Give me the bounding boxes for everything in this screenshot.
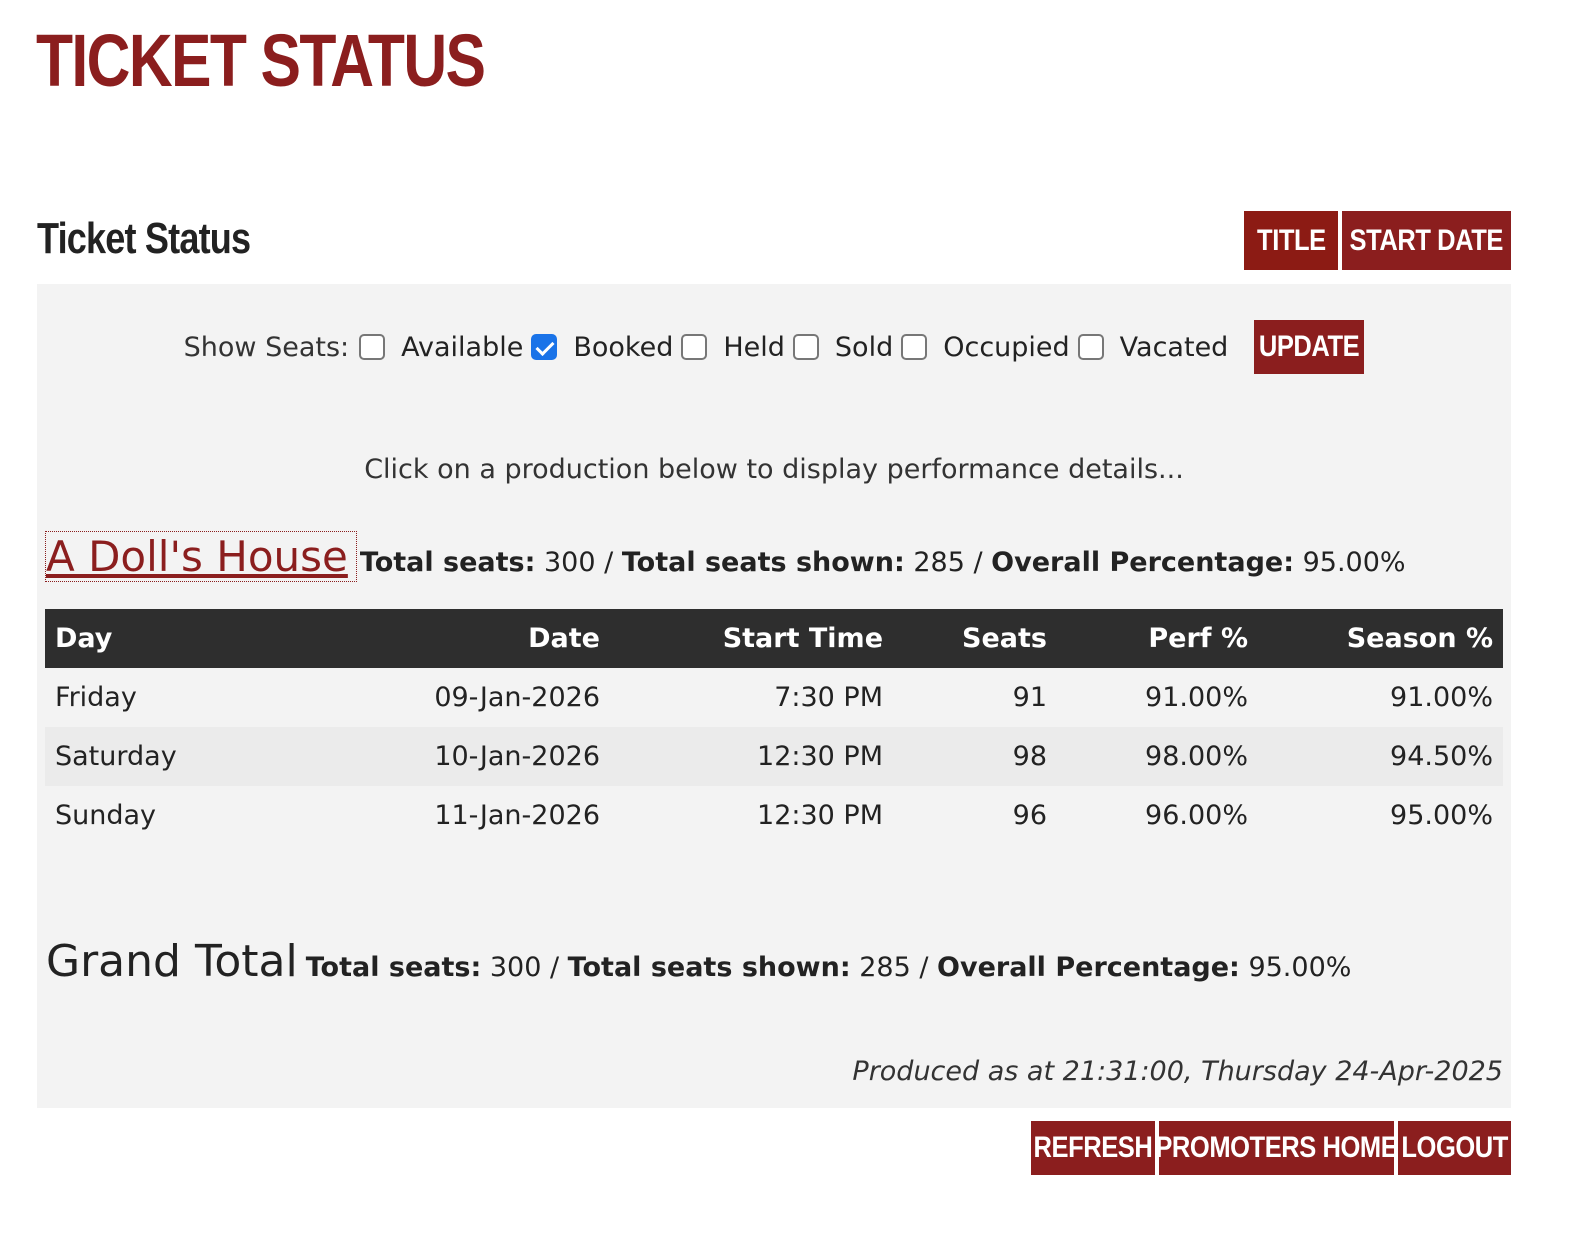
- section-title: Ticket Status: [37, 214, 251, 263]
- promoters-home-button[interactable]: PROMOTERS HOME: [1156, 1121, 1398, 1175]
- page-title: TICKET STATUS: [36, 19, 486, 102]
- cell-perf-pct: 91.00%: [1057, 668, 1258, 727]
- refresh-button[interactable]: REFRESH: [1031, 1121, 1155, 1175]
- produced-timestamp: Produced as at 21:31:00, Thursday 24-Apr…: [852, 1056, 1503, 1087]
- cell-perf-pct: 96.00%: [1057, 786, 1258, 845]
- available-label: Available: [401, 331, 524, 363]
- booked-label: Booked: [573, 331, 674, 363]
- col-start-time: Start Time: [610, 609, 893, 668]
- cell-date: 09-Jan-2026: [235, 668, 610, 727]
- status-panel: Show Seats: Available Booked Held Sold O…: [37, 284, 1511, 1108]
- table-row: Saturday 10-Jan-2026 12:30 PM 98 98.00% …: [45, 727, 1503, 786]
- table-header-row: Day Date Start Time Seats Perf % Season …: [45, 609, 1503, 668]
- cell-start-time: 7:30 PM: [610, 668, 893, 727]
- cell-start-time: 12:30 PM: [610, 786, 893, 845]
- cell-date: 11-Jan-2026: [235, 786, 610, 845]
- logout-button[interactable]: LOGOUT: [1398, 1121, 1511, 1175]
- cell-seats: 96: [893, 786, 1057, 845]
- cell-season-pct: 91.00%: [1258, 668, 1503, 727]
- cell-season-pct: 94.50%: [1258, 727, 1503, 786]
- footer-buttons: REFRESH PROMOTERS HOME LOGOUT: [1031, 1121, 1511, 1175]
- sort-buttons: TITLE START DATE: [1244, 211, 1511, 270]
- production-stats: Total seats: 300 / Total seats shown: 28…: [359, 547, 1406, 578]
- update-button[interactable]: UPDATE: [1254, 320, 1365, 374]
- grand-total-summary: Grand Total Total seats: 300 / Total sea…: [46, 936, 1351, 987]
- sort-by-title-button[interactable]: TITLE: [1244, 211, 1338, 270]
- cell-day: Saturday: [45, 727, 235, 786]
- held-label: Held: [723, 331, 785, 363]
- available-checkbox[interactable]: [359, 334, 386, 360]
- table-row: Friday 09-Jan-2026 7:30 PM 91 91.00% 91.…: [45, 668, 1503, 727]
- occupied-checkbox[interactable]: [901, 334, 928, 360]
- performance-table: Day Date Start Time Seats Perf % Season …: [45, 609, 1503, 845]
- instruction-text: Click on a production below to display p…: [364, 454, 1184, 485]
- col-season-pct: Season %: [1258, 609, 1503, 668]
- ticket-status-page: TICKET STATUS Ticket Status TITLE START …: [0, 0, 1596, 1252]
- cell-seats: 91: [893, 668, 1057, 727]
- show-seats-label: Show Seats:: [183, 331, 350, 363]
- col-perf-pct: Perf %: [1057, 609, 1258, 668]
- production-summary: A Doll's House Total seats: 300 / Total …: [45, 531, 1406, 582]
- grand-total-label: Grand Total: [46, 936, 298, 987]
- vacated-label: Vacated: [1119, 331, 1229, 363]
- occupied-label: Occupied: [943, 331, 1070, 363]
- vacated-checkbox[interactable]: [1077, 334, 1104, 360]
- section-header: Ticket Status TITLE START DATE: [37, 211, 1511, 271]
- cell-date: 10-Jan-2026: [235, 727, 610, 786]
- col-day: Day: [45, 609, 235, 668]
- grand-total-stats: Total seats: 300 / Total seats shown: 28…: [305, 952, 1352, 983]
- table-row: Sunday 11-Jan-2026 12:30 PM 96 96.00% 95…: [45, 786, 1503, 845]
- sort-by-start-date-button[interactable]: START DATE: [1342, 211, 1511, 270]
- production-link[interactable]: A Doll's House: [45, 531, 357, 582]
- show-seats-filter: Show Seats: Available Booked Held Sold O…: [37, 320, 1511, 374]
- cell-seats: 98: [893, 727, 1057, 786]
- cell-start-time: 12:30 PM: [610, 727, 893, 786]
- sold-label: Sold: [834, 331, 894, 363]
- held-checkbox[interactable]: [681, 334, 708, 360]
- cell-perf-pct: 98.00%: [1057, 727, 1258, 786]
- sold-checkbox[interactable]: [792, 334, 819, 360]
- cell-season-pct: 95.00%: [1258, 786, 1503, 845]
- booked-checkbox[interactable]: [531, 334, 558, 360]
- col-date: Date: [235, 609, 610, 668]
- cell-day: Sunday: [45, 786, 235, 845]
- col-seats: Seats: [893, 609, 1057, 668]
- cell-day: Friday: [45, 668, 235, 727]
